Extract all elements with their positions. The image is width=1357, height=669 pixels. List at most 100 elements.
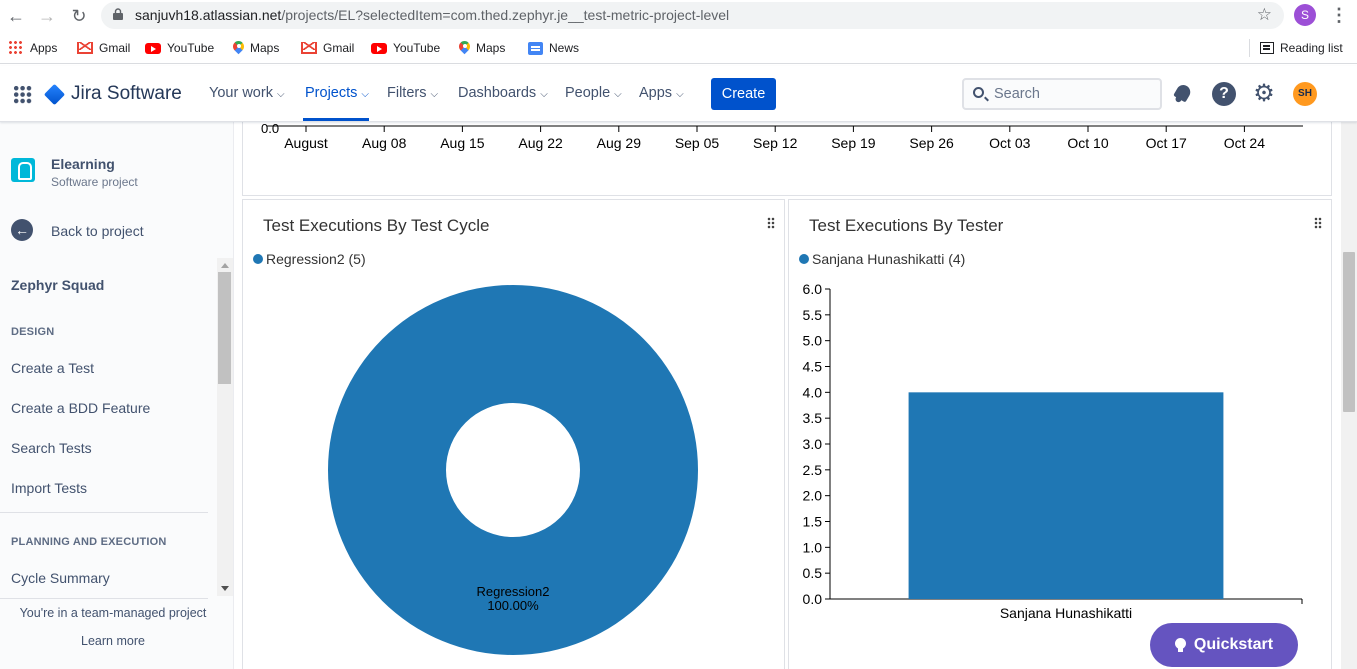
x-tick-label: Sep 19 [831,135,876,151]
donut-chart: Regression2100.00% [328,285,698,655]
y-tick-label: 1.5 [803,514,823,530]
bar-chart: 0.0 0.5 1.0 1.5 2.0 2.5 3.0 3.5 4.0 4.5 5.0 5.5 6.0 S… [803,281,1303,621]
page-scroll-thumb[interactable] [1343,252,1355,412]
nav-your-work[interactable]: Your work ⌵ [209,85,285,101]
project-name[interactable]: Elearning [51,156,115,172]
x-tick-label: Sanjana Hunashikatti [1000,605,1132,621]
tester-panel: Test Executions By Tester Sanjana Hunash… [788,199,1332,669]
y-tick-label: 2.5 [803,462,823,478]
sidebar-divider [0,598,208,599]
zephyr-section-title: Zephyr Squad [11,277,105,293]
timeline-axis: 0.0 August Aug 08 Aug 15 Aug 22 Aug 29 Sep 05… [261,121,1303,151]
bookmark-gmail[interactable]: Gmail [77,40,130,56]
sidebar-divider [0,512,208,513]
reload-icon[interactable]: ↻ [67,4,91,28]
notifications-bell-icon[interactable] [1172,82,1196,106]
x-tick-label: August [284,135,328,151]
nav-dashboards[interactable]: Dashboards ⌵ [458,85,548,101]
planning-header: PLANNING AND EXECUTION [11,536,167,548]
scroll-down-icon[interactable] [221,586,229,591]
help-icon[interactable]: ? [1212,82,1236,106]
jira-logo[interactable]: Jira Software [43,82,182,106]
chevron-down-icon: ⌵ [540,89,548,100]
test-cycle-panel: Test Executions By Test Cycle Regression… [242,199,785,669]
sidebar-scrollbar[interactable] [217,258,233,596]
nav-filters[interactable]: Filters ⌵ [387,85,438,101]
reading-list-icon [1260,42,1274,54]
gmail-icon [301,42,317,54]
y-tick-label: 5.5 [803,307,823,323]
sidebar-item-import-tests[interactable]: Import Tests [11,480,87,496]
bookmark-gmail-2[interactable]: Gmail [301,40,354,56]
project-avatar-icon[interactable] [11,158,35,182]
sidebar-item-cycle-summary[interactable]: Cycle Summary [11,570,110,586]
search-box[interactable] [962,78,1162,110]
y-tick-label: 6.0 [803,281,823,297]
bookmark-youtube[interactable]: YouTube [145,40,214,56]
y-tick-label: 3.0 [803,436,823,452]
x-tick-label: Oct 17 [1146,135,1187,151]
x-tick-label: Sep 05 [675,135,720,151]
back-to-project-link[interactable]: Back to project [51,223,144,239]
bookmark-youtube-2[interactable]: YouTube [371,40,440,56]
app-switcher-icon[interactable] [13,85,32,104]
reading-list-button[interactable]: Reading list [1260,40,1343,56]
scroll-up-icon[interactable] [221,263,229,268]
timeline-chart-panel: 0.0 August Aug 08 Aug 15 Aug 22 Aug 29 Sep 05… [242,112,1332,196]
y-tick-label: 3.5 [803,410,823,426]
bookmark-maps[interactable]: Maps [233,40,279,56]
jira-diamond-icon [43,83,66,105]
y-tick-label: 0.0 [803,591,823,607]
browser-menu-icon[interactable]: ⋮ [1330,4,1348,28]
bookmarks-bar: Apps Gmail YouTube Maps Gmail YouTube Ma… [0,32,1357,64]
quickstart-button[interactable]: Quickstart [1150,623,1298,667]
sidebar-scroll-thumb[interactable] [218,272,231,384]
x-tick-label: Aug 08 [362,135,407,151]
bookmark-maps-2[interactable]: Maps [459,40,505,56]
user-avatar[interactable]: SH [1293,82,1317,106]
bookmark-star-icon[interactable]: ☆ [1257,5,1272,25]
y-tick-label: 4.0 [803,384,823,400]
chevron-down-icon: ⌵ [614,89,622,100]
create-button[interactable]: Create [711,78,776,110]
jira-top-nav: Jira Software Your work ⌵ Projects ⌵ Filte… [0,66,1357,122]
youtube-icon [145,42,161,54]
sidebar-item-create-bdd-feature[interactable]: Create a BDD Feature [11,400,150,416]
bookmark-news[interactable]: News [528,40,579,56]
x-tick-label: Aug 22 [518,135,563,151]
search-input[interactable] [994,85,1154,103]
back-arrow-icon[interactable]: ← [11,219,33,241]
learn-more-link[interactable]: Learn more [0,634,226,648]
news-icon [528,41,543,55]
settings-gear-icon[interactable]: ⚙ [1252,82,1276,106]
project-sidebar: Elearning Software project ← Back to pro… [0,122,234,669]
sidebar-item-search-tests[interactable]: Search Tests [11,440,92,456]
y-tick-label: 0.5 [803,565,823,581]
nav-projects[interactable]: Projects ⌵ [305,85,369,101]
y-tick-label: 2.0 [803,488,823,504]
page-scrollbar[interactable] [1341,122,1357,669]
design-header: DESIGN [11,326,55,338]
chevron-down-icon: ⌵ [361,89,369,100]
y-tick-label: 4.5 [803,359,823,375]
x-tick-label: Oct 03 [989,135,1030,151]
search-icon [973,87,984,98]
forward-arrow-icon[interactable]: → [35,4,59,28]
youtube-icon [371,42,387,54]
bar[interactable] [908,392,1224,599]
slice-label: Regression2 [477,584,550,599]
browser-toolbar: ← → ↻ sanjuvh18.atlassian.net/projects/E… [0,0,1357,32]
nav-people[interactable]: People ⌵ [565,85,622,101]
bookmark-apps[interactable]: Apps [8,40,57,56]
y-tick-label: 1.0 [803,539,823,555]
browser-profile-avatar[interactable]: S [1294,4,1316,26]
sidebar-item-create-test[interactable]: Create a Test [11,360,94,376]
x-tick-label: Oct 10 [1067,135,1108,151]
nav-apps[interactable]: Apps ⌵ [639,85,684,101]
y-tick-label: 0.0 [261,121,279,136]
x-tick-label: Sep 26 [909,135,954,151]
back-arrow-icon[interactable]: ← [4,4,28,28]
team-managed-note: You're in a team-managed project [19,606,207,620]
address-bar[interactable]: sanjuvh18.atlassian.net/projects/EL?sele… [101,2,1284,29]
y-tick-label: 5.0 [803,333,823,349]
